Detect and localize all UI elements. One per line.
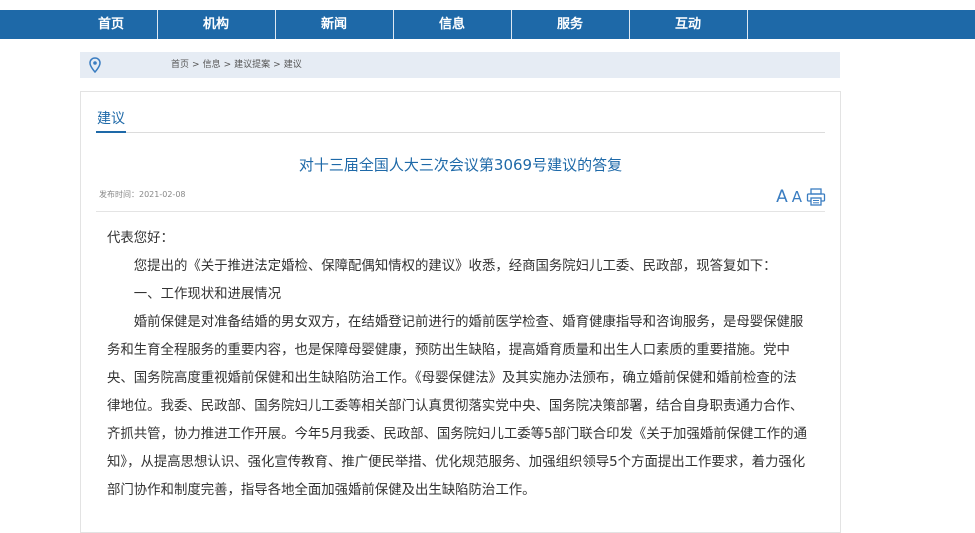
nav-divider — [747, 10, 748, 39]
section-title: 建议 — [97, 111, 125, 127]
article-container: 建议 对十三届全国人大三次会议第3069号建议的答复 发布时间：2021-02-… — [80, 91, 841, 533]
nav-item-services[interactable]: 服务 — [511, 10, 629, 39]
nav-item-news[interactable]: 新闻 — [275, 10, 393, 39]
section-accent — [96, 131, 126, 133]
nav-item-interaction[interactable]: 互动 — [629, 10, 747, 39]
print-icon[interactable] — [806, 188, 826, 206]
publish-date-value: 2021-02-08 — [139, 190, 186, 199]
top-nav: 首页 机构 新闻 信息 服务 互动 — [0, 10, 975, 39]
nav-item-organization[interactable]: 机构 — [157, 10, 275, 39]
nav-item-information[interactable]: 信息 — [393, 10, 511, 39]
breadcrumb: 首页 > 信息 > 建议提案 > 建议 — [80, 52, 840, 78]
section-divider — [96, 131, 825, 133]
nav-item-home[interactable]: 首页 — [52, 10, 170, 39]
article-body: 代表您好： 您提出的《关于推进法定婚检、保障配偶知情权的建议》收悉，经商国务院妇… — [107, 225, 807, 505]
article-paragraph: 您提出的《关于推进法定婚检、保障配偶知情权的建议》收悉，经商国务院妇儿工委、民政… — [133, 259, 777, 274]
font-increase-button[interactable]: A — [776, 188, 788, 206]
salutation-paragraph: 代表您好： — [107, 231, 174, 246]
article-title: 对十三届全国人大三次会议第3069号建议的答复 — [298, 156, 623, 174]
breadcrumb-current: 建议 — [283, 60, 302, 70]
breadcrumb-separator: > — [223, 60, 232, 70]
breadcrumb-home[interactable]: 首页 — [171, 60, 189, 70]
breadcrumb-separator: > — [192, 60, 200, 70]
article-heading-paragraph: 一、工作现状和进展情况 — [133, 287, 282, 302]
breadcrumb-separator: > — [273, 60, 281, 70]
font-decrease-button[interactable]: A — [792, 188, 802, 206]
article-paragraph: 婚前保健是对准备结婚的男女双方，在结婚登记前进行的婚前医学检查、婚育健康指导和咨… — [107, 315, 807, 498]
breadcrumb-proposals[interactable]: 建议提案 — [234, 60, 270, 70]
article-tools: A A — [776, 184, 826, 206]
location-pin-icon — [89, 57, 101, 73]
breadcrumb-trail: 首页 > 信息 > 建议提案 > 建议 — [171, 52, 302, 78]
publish-date-label: 发布时间： — [99, 190, 139, 199]
meta-divider — [96, 211, 825, 212]
publish-date: 发布时间：2021-02-08 — [99, 189, 186, 200]
breadcrumb-information[interactable]: 信息 — [203, 60, 221, 70]
